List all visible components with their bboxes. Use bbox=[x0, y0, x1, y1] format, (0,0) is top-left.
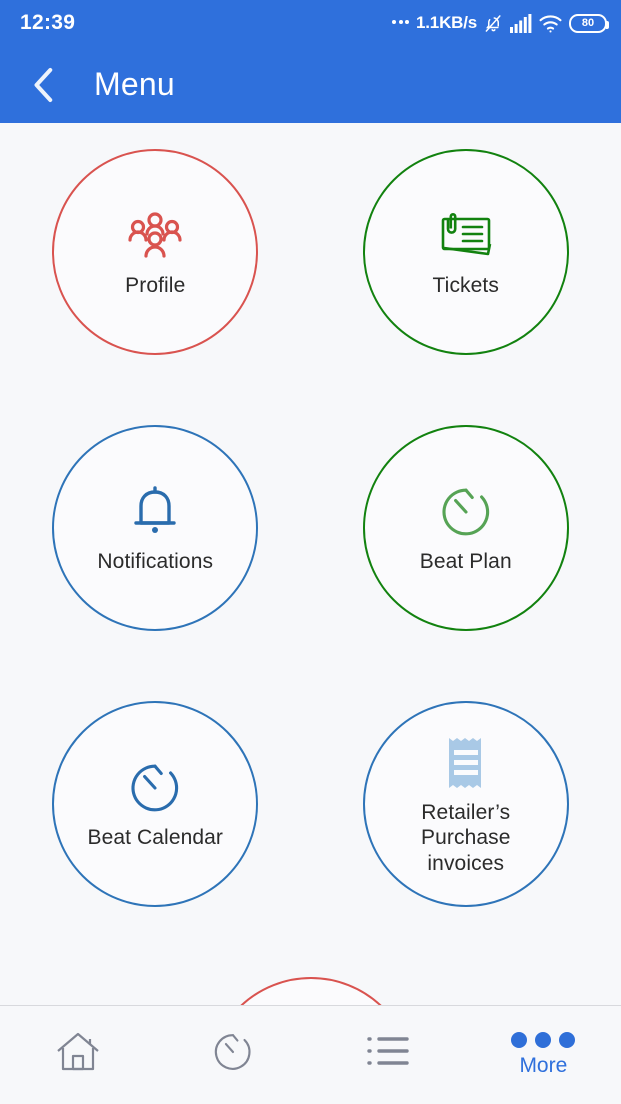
overflow-dots-icon bbox=[392, 19, 410, 27]
timer-icon bbox=[128, 757, 182, 819]
bottom-nav: More bbox=[0, 1005, 621, 1104]
receipt-icon bbox=[442, 732, 490, 794]
back-button[interactable] bbox=[18, 59, 70, 111]
list-icon bbox=[367, 1037, 409, 1065]
menu-tile-beat-calendar[interactable]: Beat Calendar bbox=[52, 701, 259, 907]
battery-level-label: 80 bbox=[581, 17, 595, 29]
menu-tile-beat-plan[interactable]: Beat Plan bbox=[362, 425, 569, 631]
menu-tile-label: Beat Plan bbox=[419, 550, 512, 574]
menu-tile-tickets[interactable]: Tickets bbox=[362, 149, 569, 355]
more-dots-icon bbox=[511, 1032, 576, 1048]
people-group-icon bbox=[126, 205, 184, 267]
home-icon bbox=[56, 1032, 99, 1071]
app-bar: Menu bbox=[0, 46, 621, 123]
chevron-left-icon bbox=[34, 67, 53, 102]
menu-screen: 12:39 1.1KB/s 80 Menu Profile Tickets No… bbox=[0, 0, 621, 1104]
menu-tile-label: Profile bbox=[125, 274, 186, 298]
bottom-nav-item-more[interactable]: More bbox=[466, 1006, 621, 1104]
bottom-nav-item-home[interactable] bbox=[0, 1006, 155, 1104]
ticket-card-icon bbox=[435, 205, 497, 267]
timer-icon bbox=[214, 1034, 251, 1070]
bottom-nav-label: More bbox=[519, 1054, 568, 1077]
menu-grid: Profile Tickets Notifications Beat Plan … bbox=[0, 123, 621, 1005]
menu-tile-profile[interactable]: Profile bbox=[52, 149, 259, 355]
battery-icon: 80 bbox=[569, 13, 609, 33]
status-bar: 12:39 1.1KB/s 80 bbox=[0, 0, 621, 46]
timer-icon bbox=[439, 481, 493, 543]
menu-tile-label: Retailer’s Purchase invoices bbox=[420, 800, 511, 875]
bottom-nav-item-list[interactable] bbox=[311, 1006, 466, 1104]
menu-tile-label: Notifications bbox=[97, 550, 214, 574]
menu-tile-notifications[interactable]: Notifications bbox=[52, 425, 259, 631]
menu-tile-partial-next[interactable] bbox=[207, 977, 414, 1005]
page-title: Menu bbox=[94, 66, 175, 102]
status-indicators: 1.1KB/s 80 bbox=[392, 13, 609, 34]
network-speed-label: 1.1KB/s bbox=[416, 13, 477, 32]
wifi-icon bbox=[539, 14, 562, 33]
signal-bars-icon bbox=[510, 13, 532, 33]
menu-tile-label: Beat Calendar bbox=[87, 826, 224, 850]
bell-muted-icon bbox=[485, 14, 501, 32]
status-clock: 12:39 bbox=[20, 11, 76, 34]
bell-icon bbox=[130, 481, 180, 543]
menu-tile-retailers-purchase-invoices[interactable]: Retailer’s Purchase invoices bbox=[362, 701, 569, 907]
bottom-nav-item-timer[interactable] bbox=[155, 1006, 310, 1104]
menu-grid-scroll[interactable]: Profile Tickets Notifications Beat Plan … bbox=[0, 123, 621, 1005]
menu-tile-label: Tickets bbox=[432, 274, 499, 298]
